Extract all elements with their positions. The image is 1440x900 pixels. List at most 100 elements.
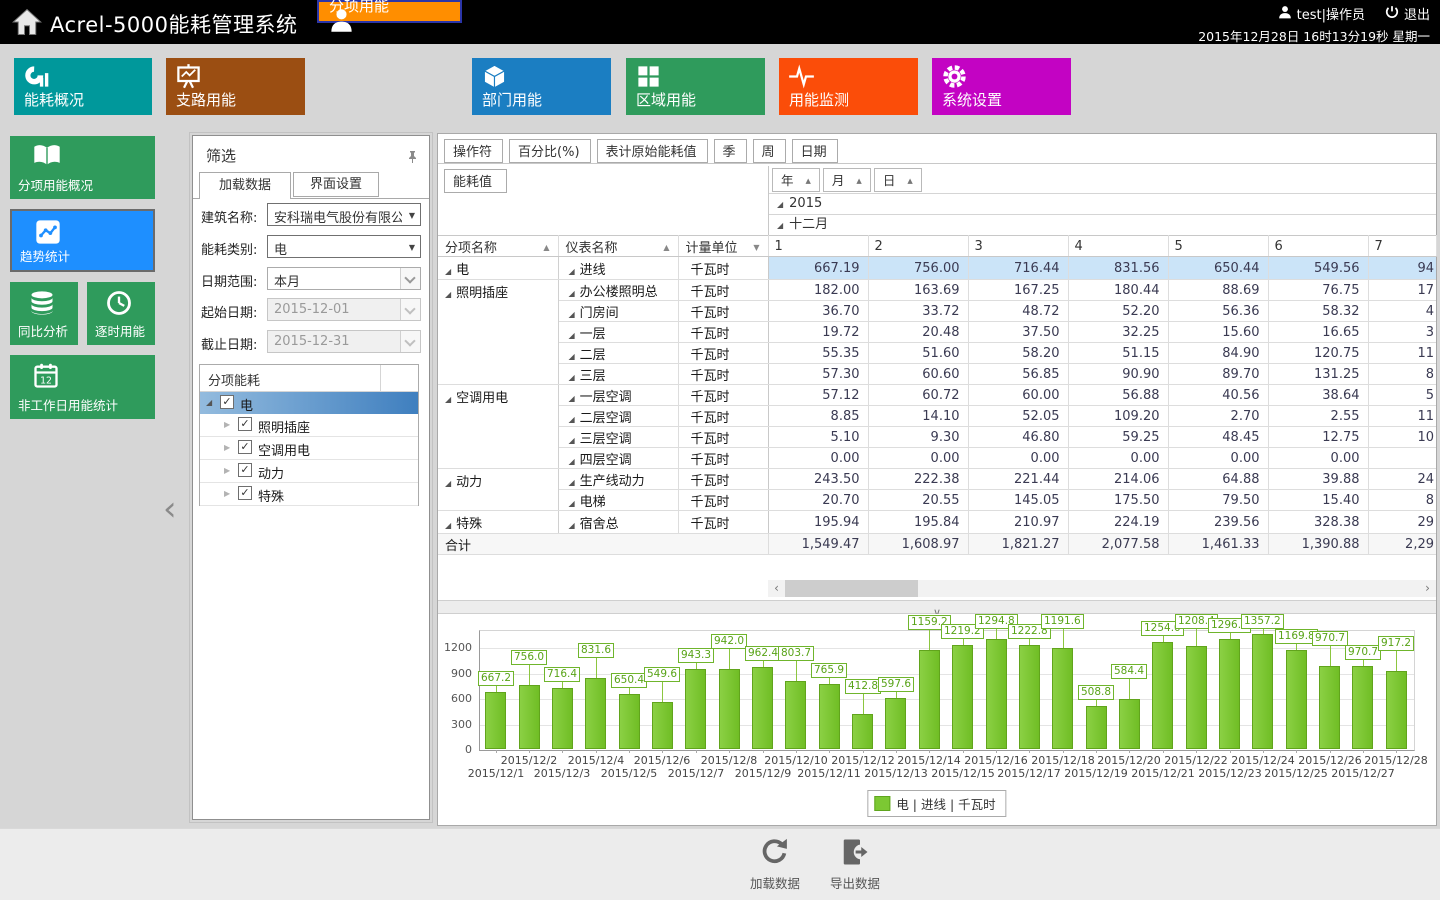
table-row[interactable]: ◢电◢进线千瓦时667.19756.00716.44831.56650.4454… — [438, 257, 1436, 280]
power-icon[interactable] — [1385, 5, 1399, 23]
table-row[interactable]: ◢一层千瓦时19.7220.4837.5032.2515.6016.653 — [438, 322, 1436, 343]
field-select-3[interactable]: 本月 — [267, 267, 421, 290]
sidebar-tile-label: 分项用能概况 — [18, 175, 93, 194]
chart-splitter[interactable]: ∨ — [438, 600, 1436, 614]
nav-tile-2[interactable]: 支路用能 — [166, 58, 305, 115]
nav-tile-3[interactable]: 分项用能 — [317, 0, 462, 23]
label-connector — [896, 692, 897, 698]
table-row[interactable]: ◢门房间千瓦时36.7033.7248.7252.2056.3658.324 — [438, 301, 1436, 322]
value-cell: 56.85 — [968, 364, 1068, 385]
checkbox[interactable]: ✓ — [238, 463, 252, 477]
sidebar-tile-4[interactable]: 逐时用能 — [87, 282, 155, 345]
day-header-6[interactable]: 6 — [1268, 236, 1368, 257]
table-row[interactable]: ◢照明插座◢办公楼照明总千瓦时182.00163.69167.25180.448… — [438, 280, 1436, 301]
table-row[interactable]: ◢特殊◢宿舍总千瓦时195.94195.84210.97224.19239.56… — [438, 511, 1436, 534]
table-row[interactable]: ◢空调用电◢一层空调千瓦时57.1260.7260.0056.8840.5638… — [438, 385, 1436, 406]
pivot-button-日[interactable]: 日▲ — [874, 168, 922, 192]
tab-ui-settings[interactable]: 界面设置 — [293, 172, 379, 197]
tree-row-child-1[interactable]: ▶✓照明插座 — [200, 414, 418, 437]
sidebar-tile-1[interactable]: 分项用能概况 — [10, 136, 155, 199]
home-icon[interactable] — [12, 7, 42, 41]
column-header-3[interactable]: 计量单位▼ — [678, 236, 768, 257]
pivot-button-月[interactable]: 月▲ — [823, 168, 871, 192]
export-icon — [840, 852, 870, 871]
label-connector — [1263, 629, 1264, 634]
table-row[interactable]: ◢四层空调千瓦时0.000.000.000.000.000.00 — [438, 448, 1436, 469]
nav-tile-1[interactable]: 能耗概况 — [14, 58, 152, 115]
toolbar-chip-1[interactable]: 操作符 — [444, 139, 503, 163]
day-header-4[interactable]: 4 — [1068, 236, 1168, 257]
column-header-2[interactable]: 仪表名称▲ — [558, 236, 678, 257]
pin-icon[interactable] — [406, 148, 419, 167]
toolbar-chip-6[interactable]: 日期 — [792, 139, 838, 163]
day-header-1[interactable]: 1 — [768, 236, 868, 257]
category-cell: ◢空调用电 — [438, 385, 558, 469]
chart-bar — [1286, 650, 1307, 749]
tree-row-root[interactable]: ◢✓电 — [200, 392, 418, 414]
meter-cell: ◢宿舍总 — [558, 511, 678, 534]
tree-row-child-3[interactable]: ▶✓动力 — [200, 460, 418, 483]
tree-row-child-2[interactable]: ▶✓空调用电 — [200, 437, 418, 460]
value-cell: 20.48 — [868, 322, 968, 343]
nav-tile-7[interactable]: 系统设置 — [932, 58, 1071, 115]
tab-load-data[interactable]: 加载数据 — [199, 172, 291, 199]
scroll-left-arrow[interactable]: ‹ — [768, 580, 785, 597]
nav-tile-5[interactable]: 区域用能 — [626, 58, 765, 115]
day-header-3[interactable]: 3 — [968, 236, 1068, 257]
value-cell: 36.70 — [768, 301, 868, 322]
horizontal-scrollbar[interactable]: ‹ › — [768, 580, 1436, 597]
table-row[interactable]: ◢三层空调千瓦时5.109.3046.8059.2548.4512.7510 — [438, 427, 1436, 448]
pivot-button-年[interactable]: 年▲ — [772, 168, 820, 192]
chart-legend: 电 | 进线 | 千瓦时 — [867, 790, 1006, 817]
value-cell: 650.44 — [1168, 257, 1268, 280]
toolbar-chip-3[interactable]: 表计原始能耗值 — [597, 139, 708, 163]
field-select-2[interactable]: 电▼ — [267, 235, 421, 258]
tree-row-child-4[interactable]: ▶✓特殊 — [200, 483, 418, 506]
measure-chip[interactable]: 能耗值 — [444, 169, 507, 193]
checkbox[interactable]: ✓ — [238, 417, 252, 431]
bar-value-label: 942.0 — [711, 634, 747, 649]
sidebar-tile-3[interactable]: 同比分析 — [10, 282, 78, 345]
table-row[interactable]: ◢二层空调千瓦时8.8514.1052.05109.202.702.5511 — [438, 406, 1436, 427]
total-value-cell: 1,461.33 — [1168, 534, 1268, 555]
table-row[interactable]: ◢三层千瓦时57.3060.6056.8590.9089.70131.258 — [438, 364, 1436, 385]
checkbox[interactable]: ✓ — [238, 440, 252, 454]
day-header-2[interactable]: 2 — [868, 236, 968, 257]
x-axis-tick — [1029, 750, 1030, 753]
logout-button[interactable]: 退出 — [1404, 4, 1430, 23]
collapsed-triangle-icon[interactable]: ▶ — [224, 466, 230, 475]
day-header-7[interactable]: 7 — [1368, 236, 1436, 257]
table-row[interactable]: ◢电梯千瓦时20.7020.55145.05175.5079.5015.408 — [438, 490, 1436, 511]
sidebar-collapse-chevron[interactable]: ‹ — [163, 492, 177, 526]
toolbar-chip-5[interactable]: 周 — [753, 139, 786, 163]
load-data-button[interactable]: 加载数据 — [740, 837, 810, 892]
bar-value-label: 584.4 — [1111, 664, 1147, 679]
scroll-right-arrow[interactable]: › — [1419, 580, 1436, 597]
checkbox[interactable]: ✓ — [238, 486, 252, 500]
table-row[interactable]: ◢动力◢生产线动力千瓦时243.50222.38221.44214.0664.8… — [438, 469, 1436, 490]
group-row-2[interactable]: ◢十二月 — [769, 214, 1436, 235]
sidebar-tile-2[interactable]: 趋势统计 — [10, 209, 155, 272]
checkbox[interactable]: ✓ — [220, 395, 234, 409]
group-row-1[interactable]: ◢2015 — [769, 193, 1436, 214]
collapsed-triangle-icon[interactable]: ▶ — [224, 443, 230, 452]
unit-cell: 千瓦时 — [678, 301, 768, 322]
value-cell: 15.40 — [1268, 490, 1368, 511]
column-header-1[interactable]: 分项名称▲ — [438, 236, 558, 257]
value-cell: 89.70 — [1168, 364, 1268, 385]
export-data-button[interactable]: 导出数据 — [820, 837, 890, 892]
toolbar-chip-4[interactable]: 季 — [714, 139, 747, 163]
nav-tile-4[interactable]: 部门用能 — [472, 58, 611, 115]
collapsed-triangle-icon[interactable]: ▶ — [224, 420, 230, 429]
table-row[interactable]: ◢二层千瓦时55.3551.6058.2051.1584.90120.7511 — [438, 343, 1436, 364]
bar-value-label: 943.3 — [678, 648, 714, 663]
day-header-5[interactable]: 5 — [1168, 236, 1268, 257]
sidebar-tile-5[interactable]: 12非工作日用能统计 — [10, 355, 155, 419]
scrollbar-thumb[interactable] — [785, 580, 918, 597]
toolbar-chip-2[interactable]: 百分比(%) — [509, 139, 591, 163]
field-select-1[interactable]: 安科瑞电气股份有限公司▼ — [267, 203, 421, 226]
x-axis-tick — [863, 750, 864, 753]
nav-tile-6[interactable]: 用能监测 — [779, 58, 918, 115]
collapsed-triangle-icon[interactable]: ▶ — [224, 489, 230, 498]
expanded-triangle-icon[interactable]: ◢ — [206, 398, 212, 407]
